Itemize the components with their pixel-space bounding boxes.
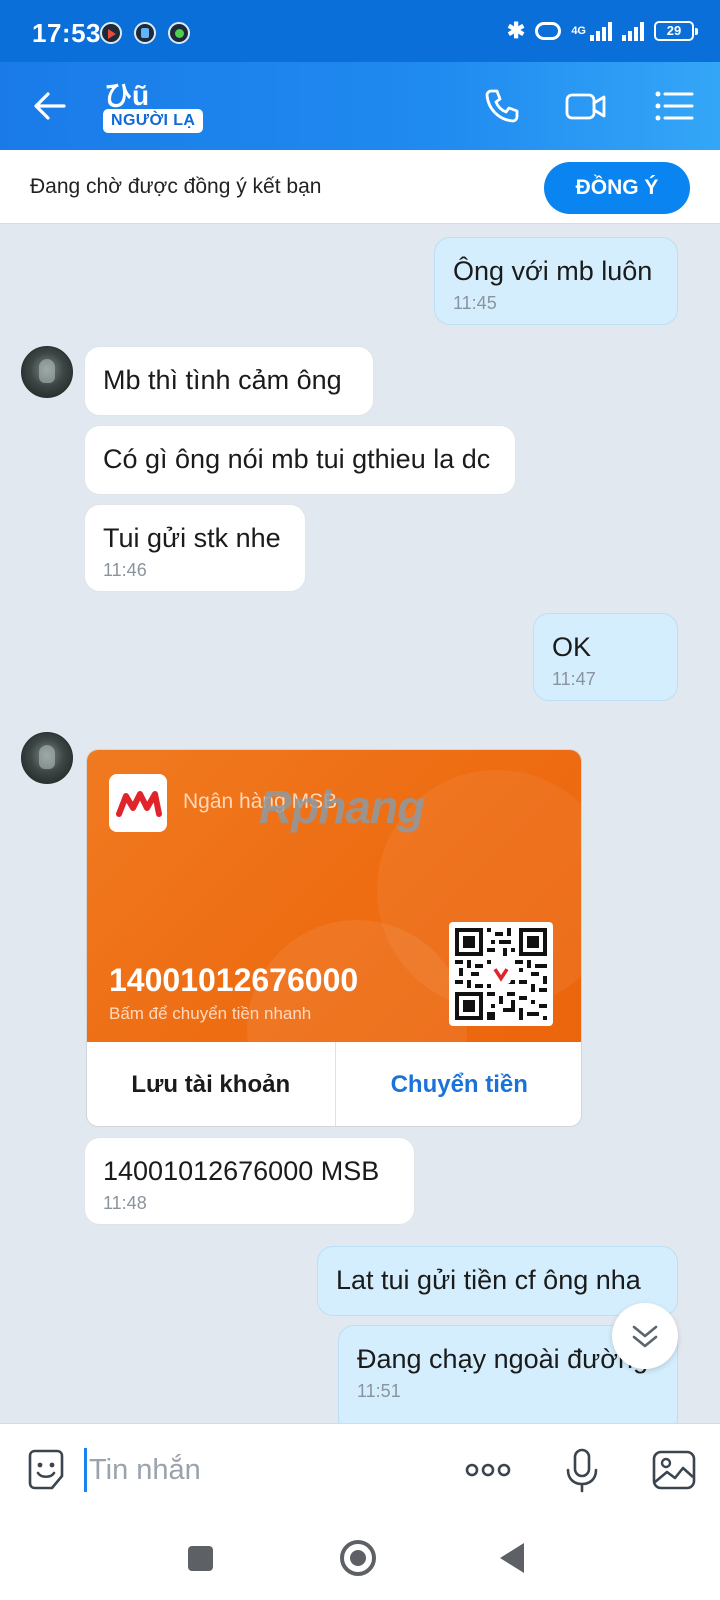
- bank-card-body[interactable]: Ngân hàng MSB Rphang 14001012676000 Bấm …: [87, 750, 581, 1042]
- stranger-badge: NGƯỜI LẠ: [103, 109, 204, 133]
- message-bubble-incoming[interactable]: Có gì ông nói mb tui gthieu la dc: [84, 425, 516, 495]
- contact-avatar[interactable]: [21, 732, 73, 784]
- qr-code[interactable]: [449, 922, 553, 1026]
- contact-avatar[interactable]: [21, 346, 73, 398]
- battery-icon: 29: [654, 21, 698, 41]
- message-time: 11:45: [453, 293, 497, 313]
- message-text: Tui gửi stk nhe: [103, 523, 281, 553]
- friend-request-text: Đang chờ được đồng ý kết bạn: [30, 175, 322, 198]
- message-composer: [0, 1423, 720, 1515]
- message-text: Lat tui gửi tiền cf ông nha: [336, 1265, 641, 1295]
- hotspot-icon: [535, 22, 562, 40]
- message-time: 11:48: [103, 1193, 147, 1213]
- notification-chat-icon: [168, 22, 190, 44]
- msb-logo-icon: [109, 774, 167, 832]
- recent-apps-icon[interactable]: [188, 1546, 213, 1571]
- image-gallery-icon[interactable]: [650, 1446, 698, 1494]
- scroll-down-button[interactable]: [612, 1303, 678, 1369]
- message-bubble-outgoing[interactable]: Ông với mb luôn 11:45: [434, 237, 678, 325]
- video-call-icon[interactable]: [564, 84, 608, 128]
- status-bar: 17:53 ✱ 4G 29: [0, 0, 720, 62]
- message-time: 11:47: [552, 669, 596, 689]
- account-number: 14001012676000: [109, 962, 359, 998]
- network-type: 4G: [571, 24, 586, 37]
- accept-friend-button[interactable]: ĐỒNG Ý: [544, 162, 690, 214]
- chat-header: ひũ NGƯỜI LẠ: [0, 62, 720, 150]
- notification-app-icon: [100, 22, 122, 44]
- message-time: 11:51: [357, 1381, 401, 1401]
- bluetooth-icon: ✱: [506, 18, 526, 43]
- qr-code-icon: [455, 928, 547, 1020]
- save-account-button[interactable]: Lưu tài khoản: [87, 1042, 336, 1126]
- bank-account-card[interactable]: Ngân hàng MSB Rphang 14001012676000 Bấm …: [86, 749, 582, 1127]
- back-triangle-icon[interactable]: [500, 1543, 524, 1573]
- message-text: Có gì ông nói mb tui gthieu la dc: [103, 444, 491, 474]
- contact-name[interactable]: ひũ: [104, 74, 149, 114]
- message-text: Mb thì tình cảm ông: [103, 365, 342, 395]
- double-chevron-down-icon: [632, 1325, 658, 1348]
- message-bubble-outgoing[interactable]: OK 11:47: [533, 613, 678, 701]
- message-bubble-incoming[interactable]: 14001012676000 MSB 11:48: [84, 1137, 415, 1225]
- status-time: 17:53: [32, 18, 101, 48]
- friend-request-bar: Đang chờ được đồng ý kết bạn ĐỒNG Ý: [0, 150, 720, 224]
- home-icon[interactable]: [340, 1540, 376, 1576]
- message-bubble-incoming[interactable]: Mb thì tình cảm ông: [84, 346, 374, 416]
- message-text: Ông với mb luôn: [453, 256, 653, 286]
- transfer-money-button[interactable]: Chuyển tiền: [336, 1042, 582, 1126]
- transfer-hint: Bấm để chuyển tiền nhanh: [109, 1004, 312, 1023]
- microphone-icon[interactable]: [558, 1446, 606, 1494]
- message-time: 11:46: [103, 560, 147, 580]
- signal-icon: [590, 21, 612, 41]
- chat-messages[interactable]: Ông với mb luôn 11:45 Mb thì tình cảm ôn…: [0, 225, 720, 1423]
- watermark: Rphang: [259, 781, 425, 833]
- message-bubble-incoming[interactable]: Tui gửi stk nhe 11:46: [84, 504, 306, 592]
- system-navigation-bar: [0, 1515, 720, 1600]
- menu-list-icon[interactable]: [652, 84, 696, 128]
- message-text: OK: [552, 632, 592, 662]
- message-input[interactable]: [84, 1448, 424, 1492]
- message-text: 14001012676000 MSB: [103, 1156, 380, 1186]
- bank-card-actions: Lưu tài khoản Chuyển tiền: [87, 1042, 582, 1126]
- more-options-icon[interactable]: [464, 1446, 512, 1494]
- signal-icon-2: [622, 21, 644, 41]
- notification-upload-icon: [134, 22, 156, 44]
- status-indicators: ✱ 4G 29: [506, 18, 698, 44]
- phone-call-icon[interactable]: [480, 84, 524, 128]
- back-arrow-icon[interactable]: [30, 86, 70, 126]
- sticker-icon[interactable]: [22, 1446, 70, 1494]
